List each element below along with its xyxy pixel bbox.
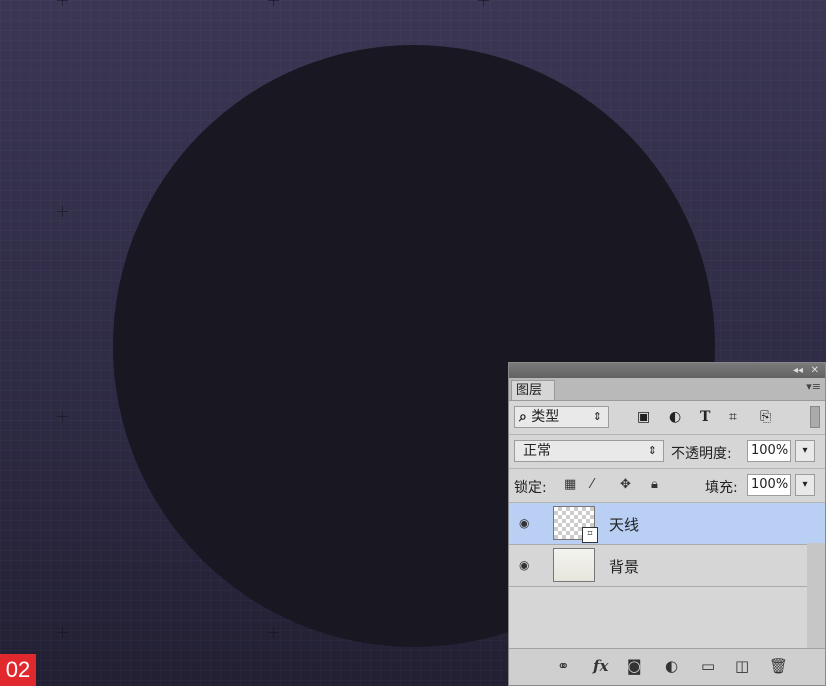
tab-layers[interactable]: 图层 [511, 380, 555, 400]
adjustment-filter-icon[interactable]: ◐ [669, 409, 681, 425]
fill-input[interactable]: 100% [747, 474, 791, 496]
fill-label: 填充: [705, 480, 738, 496]
guide-cross [57, 0, 68, 6]
lock-label: 锁定: [514, 480, 547, 496]
mask-icon[interactable]: ◙ [627, 657, 642, 675]
lock-row: 锁定: ▦ ⁄ ✥ 🔒︎ 填充: 100% ▾ [509, 469, 825, 503]
layers-bottom-toolbar: ⚭ fx ◙ ◐ ▭ ◫ 🗑︎ [509, 648, 825, 685]
layer-thumbnail: ⌗ [553, 506, 598, 543]
close-icon[interactable]: ✕ [811, 363, 819, 378]
guide-cross [57, 627, 68, 638]
folder-icon[interactable]: ▭ [701, 657, 715, 675]
lock-pixels-icon[interactable]: ⁄ [591, 477, 593, 492]
filter-toggle[interactable] [810, 406, 820, 428]
layer-row[interactable]: ◉ ⌗ 天线 [509, 503, 825, 545]
select-arrow-icon: ⇕ [592, 410, 602, 423]
shape-filter-icon[interactable]: ⌗ [729, 409, 737, 425]
filter-row: ⌕ 类型 ⇕ ▣ ◐ T ⌗ ⎘ [509, 401, 825, 435]
panel-title-bar: ◂◂ ✕ [509, 363, 825, 378]
layer-row[interactable]: ◉ 背景 [509, 545, 825, 587]
guide-cross [478, 0, 489, 6]
lock-all-icon[interactable]: 🔒︎ [651, 477, 658, 492]
layer-name[interactable]: 背景 [609, 556, 639, 577]
select-arrow-icon: ⇕ [647, 444, 657, 457]
lock-transparency-icon[interactable]: ▦ [564, 477, 576, 492]
layers-panel: ◂◂ ✕ 图层 ▾≡ ⌕ 类型 ⇕ ▣ ◐ T ⌗ ⎘ 正常 ⇕ 不透明度: 1… [508, 362, 826, 686]
opacity-dropdown[interactable]: ▾ [795, 440, 815, 462]
layers-scrollbar[interactable] [807, 543, 825, 651]
image-filter-icon[interactable]: ▣ [637, 409, 650, 425]
trash-icon[interactable]: 🗑︎ [769, 657, 788, 675]
guide-cross [268, 0, 279, 6]
blend-mode-select[interactable]: 正常 ⇕ [514, 440, 664, 462]
blend-row: 正常 ⇕ 不透明度: 100% ▾ [509, 435, 825, 469]
eye-icon[interactable]: ◉ [519, 558, 529, 572]
double-chevron-left-icon[interactable]: ◂◂ [793, 363, 803, 378]
fx-icon[interactable]: fx [593, 657, 608, 675]
panel-tab-row: 图层 ▾≡ [509, 378, 825, 401]
opacity-label: 不透明度: [671, 446, 732, 462]
layer-thumbnail [553, 548, 595, 582]
guide-cross [268, 627, 279, 638]
panel-menu-icon[interactable]: ▾≡ [806, 380, 821, 393]
guide-cross [57, 206, 68, 217]
guide-cross [57, 411, 68, 422]
link-icon[interactable]: ⚭ [557, 657, 570, 675]
layer-name[interactable]: 天线 [609, 514, 639, 535]
eye-icon[interactable]: ◉ [519, 516, 529, 530]
blend-mode-value: 正常 [523, 443, 551, 459]
fill-dropdown[interactable]: ▾ [795, 474, 815, 496]
opacity-input[interactable]: 100% [747, 440, 791, 462]
adjustment-layer-icon[interactable]: ◐ [665, 657, 678, 675]
filter-type-select[interactable]: ⌕ 类型 ⇕ [514, 406, 609, 428]
step-number-badge: 02 [0, 654, 36, 686]
new-layer-icon[interactable]: ◫ [735, 657, 749, 675]
type-filter-icon[interactable]: T [700, 409, 710, 425]
filter-type-value: 类型 [531, 409, 560, 425]
smart-object-filter-icon[interactable]: ⎘ [760, 409, 771, 425]
search-icon: ⌕ [519, 409, 527, 425]
lock-position-icon[interactable]: ✥ [620, 477, 631, 492]
shape-layer-icon: ⌗ [582, 527, 598, 543]
